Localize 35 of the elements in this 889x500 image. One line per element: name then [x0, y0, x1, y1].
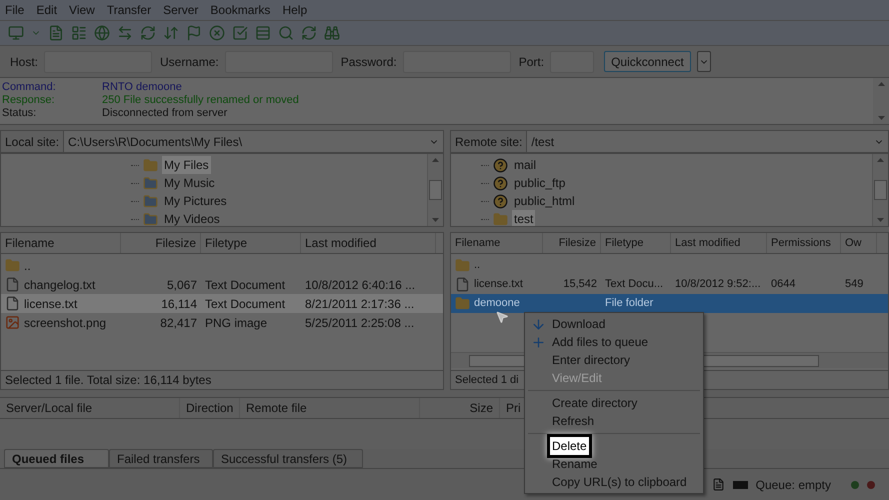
file-modified: 10/8/2012 9:52:... [674, 277, 762, 292]
file-name: changelog.txt [24, 276, 96, 294]
file-size: 15,542 [562, 277, 598, 292]
log-message: 250 File successfully renamed or moved [102, 93, 299, 105]
file-name: .. [24, 258, 31, 274]
file-type: Text Document [204, 276, 286, 294]
field-label: Password: [340, 54, 397, 70]
file-name: .. [474, 258, 480, 274]
log-label: Command: [2, 80, 57, 92]
log-message: RNTO demoone [102, 80, 182, 92]
file-type: File folder [604, 296, 654, 312]
file-name: screenshot.png [24, 314, 106, 332]
file-size: 82,417 [159, 314, 198, 332]
file-modified: 10/8/2012 6:40:16 ... [304, 276, 416, 294]
selection-status: Selected 1 file. Total size: 16,114 bytes [5, 372, 212, 389]
file-modified: 8/21/2011 2:17:36 ... [304, 296, 416, 312]
file-size: 16,114 [160, 296, 198, 312]
file-type: PNG image [204, 314, 268, 332]
file-owner: 549 [844, 277, 864, 292]
log-label: Status: [2, 106, 38, 118]
selection-status: Selected 1 di [455, 372, 519, 388]
file-name: license.txt [474, 277, 523, 292]
log-label: Response: [2, 93, 56, 105]
file-type: Text Document [204, 296, 286, 312]
log-message: Disconnected from server [102, 106, 228, 118]
field-label: Port: [518, 54, 544, 70]
file-name: demoone [474, 296, 520, 312]
file-type: Text Docu... [604, 277, 664, 292]
file-modified: 5/25/2011 2:25:08 ... [304, 314, 416, 332]
field-label: Host: [10, 54, 38, 70]
file-name: license.txt [24, 296, 78, 312]
file-permissions: 0644 [770, 277, 796, 292]
field-label: Username: [160, 54, 219, 70]
queue-status: Queue: empty [756, 476, 831, 494]
file-size: 5,067 [166, 276, 198, 294]
